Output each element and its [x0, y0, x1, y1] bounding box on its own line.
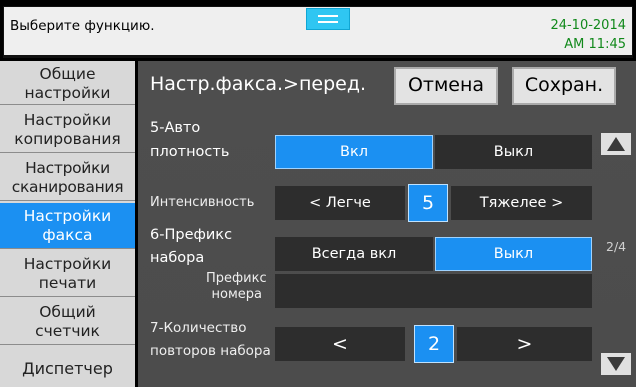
sidebar-item-label-line2: факса — [42, 226, 93, 244]
sidebar-item-fax[interactable]: Настройки факса — [0, 203, 135, 249]
sidebar-item-label-line1: Общие — [39, 65, 96, 83]
auto-density-off-option[interactable]: Выкл — [435, 135, 592, 169]
redial-decrease-button[interactable]: < — [275, 327, 405, 361]
save-button[interactable]: Сохран. — [512, 67, 616, 105]
triangle-up-icon — [607, 137, 625, 151]
intensity-darker-button[interactable]: Тяжелее > — [451, 186, 592, 220]
dial-prefix-off-option[interactable]: Выкл — [435, 237, 592, 271]
sidebar-item-label-line1: Диспетчер — [22, 359, 113, 378]
auto-density-on-option[interactable]: Вкл — [275, 135, 433, 169]
sidebar-item-general[interactable]: Общие настройки — [0, 61, 135, 105]
status-bar: Выберите функцию. 24-10-2014 AM 11:45 — [3, 6, 633, 58]
prompt-text: Выберите функцию. — [10, 18, 155, 34]
sidebar-item-label-line2: печати — [38, 274, 97, 292]
cancel-button[interactable]: Отмена — [394, 67, 498, 105]
sidebar-item-label-line1: Настройки — [23, 111, 112, 129]
dial-prefix-label-line1: 6-Префикс — [150, 227, 233, 243]
auto-density-label-line1: 5-Авто — [150, 120, 201, 136]
sidebar-item-label-line1: Настройки — [25, 159, 110, 177]
sidebar-item-copy[interactable]: Настройки копирования — [0, 107, 135, 153]
sidebar-item-label-line1: Настройки — [23, 255, 112, 273]
sidebar: Общие настройки Настройки копирования На… — [0, 61, 138, 387]
screen: Выберите функцию. 24-10-2014 AM 11:45 Об… — [0, 0, 636, 387]
time-readout: AM 11:45 — [564, 37, 626, 52]
redial-count-label-line2: повторов набора — [150, 343, 271, 359]
sidebar-item-label-line2: копирования — [14, 130, 121, 148]
sidebar-item-counter[interactable]: Общий счетчик — [0, 299, 135, 345]
dial-prefix-always-on-option[interactable]: Всегда вкл — [275, 237, 433, 271]
scroll-down-button[interactable] — [601, 353, 631, 375]
sidebar-item-scan[interactable]: Настройки сканирования — [0, 155, 135, 201]
sidebar-item-label-line2: настройки — [24, 84, 111, 102]
redial-count-label-line1: 7-Количество — [150, 320, 247, 336]
triangle-down-icon — [607, 357, 625, 371]
date-readout: 24-10-2014 — [550, 18, 626, 33]
sidebar-item-label-line2: сканирования — [11, 178, 124, 196]
dial-prefix-label-line2: набора — [150, 250, 205, 266]
intensity-lighter-button[interactable]: < Легче — [275, 186, 405, 220]
sidebar-item-label-line1: Общий — [39, 303, 96, 321]
sidebar-item-label-line2: счетчик — [35, 322, 100, 340]
auto-density-label-line2: плотность — [150, 144, 230, 160]
sidebar-item-print[interactable]: Настройки печати — [0, 251, 135, 297]
prefix-number-label-line2: номера — [211, 287, 262, 302]
sidebar-item-manager[interactable]: Диспетчер — [0, 347, 135, 387]
intensity-label: Интенсивность — [150, 195, 255, 210]
page-title: Настр.факса.>перед. — [150, 73, 366, 95]
redial-count-value: 2 — [414, 325, 454, 363]
page-indicator: 2/4 — [606, 239, 627, 254]
prefix-number-field[interactable] — [275, 274, 592, 308]
menu-icon[interactable] — [306, 8, 350, 30]
scroll-up-button[interactable] — [601, 133, 631, 155]
settings-panel: Настр.факса.>перед. Отмена Сохран. 5-Авт… — [138, 61, 636, 387]
intensity-value: 5 — [408, 184, 448, 222]
sidebar-item-label-line1: Настройки — [23, 207, 112, 225]
prefix-number-label-line1: Префикс — [206, 271, 267, 286]
redial-increase-button[interactable]: > — [457, 327, 592, 361]
